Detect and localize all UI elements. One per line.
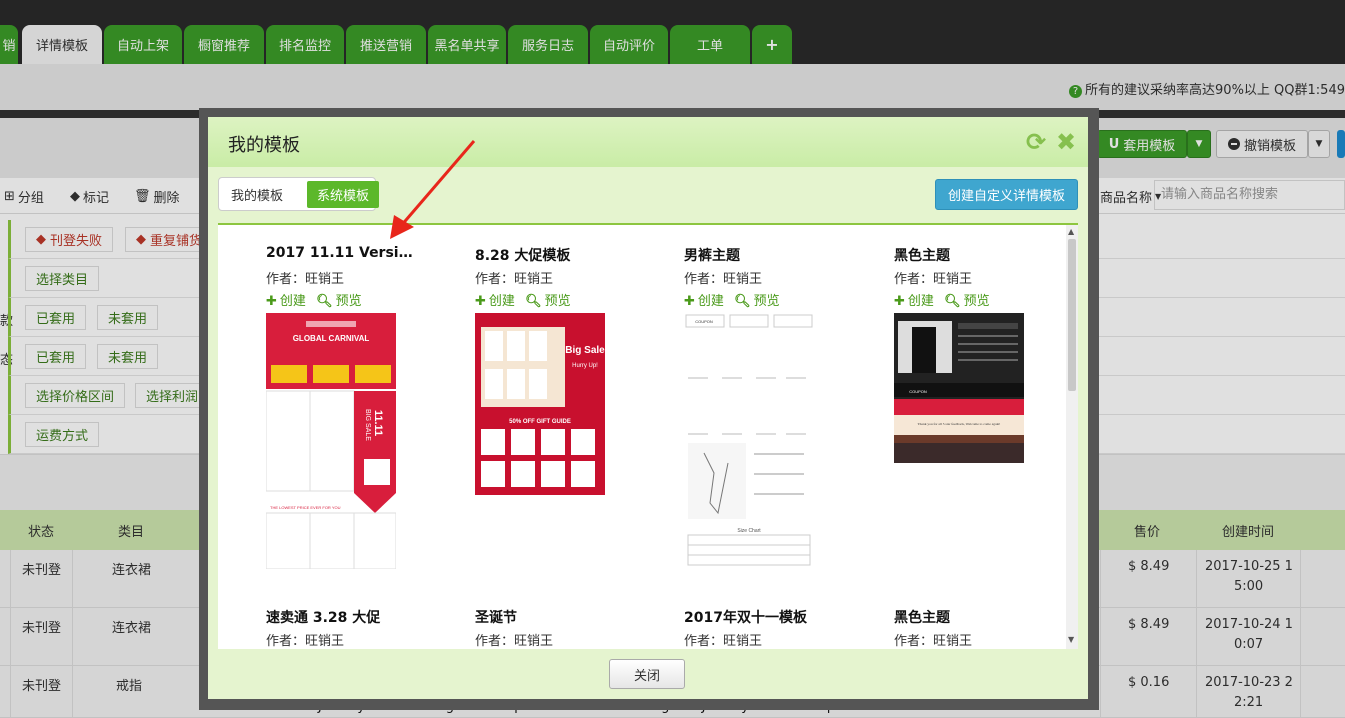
scroll-down-icon[interactable]: ▼ bbox=[1068, 635, 1074, 644]
scroll-up-icon[interactable]: ▲ bbox=[1068, 227, 1074, 236]
template-title: 速卖通 3.28 大促 bbox=[266, 610, 381, 626]
thumbnail-image: COUPON Size Chart bbox=[684, 313, 814, 569]
template-title: 男裤主题 bbox=[684, 248, 740, 264]
modal-footer: 关闭 bbox=[208, 649, 1088, 699]
plus-icon: ✚ bbox=[894, 294, 905, 309]
thumbnail-image: Big Sale Hurry Up! 50% OFF GIFT GUIDE bbox=[475, 313, 605, 495]
annotation-arrow-icon bbox=[390, 140, 476, 239]
template-title: 黑色主题 bbox=[894, 610, 950, 626]
search-icon: 🔍︎ bbox=[525, 294, 542, 309]
template-actions: ✚ 创建 🔍︎ 预览 bbox=[266, 290, 368, 309]
create-link[interactable]: 创建 bbox=[489, 294, 515, 309]
thumbnail-image: COUPON Thank you for all 5 star feedback… bbox=[894, 313, 1024, 463]
template-author: 作者：旺销王 bbox=[894, 272, 973, 287]
close-label: 关闭 bbox=[633, 668, 660, 684]
template-author: 作者：旺销王 bbox=[475, 634, 554, 649]
modal-title: 我的模板 bbox=[228, 135, 300, 156]
thumbnail-image: GLOBAL CARNIVAL 11.11 BIG SALE THE LOWES… bbox=[266, 313, 396, 569]
tab-label: 我的模板 bbox=[231, 188, 284, 204]
preview-link[interactable]: 预览 bbox=[964, 294, 990, 309]
template-author: 作者：旺销王 bbox=[684, 272, 763, 287]
search-icon: 🔍︎ bbox=[316, 294, 333, 309]
tab-label: 系统模板 bbox=[316, 189, 369, 204]
template-title: 黑色主题 bbox=[894, 248, 950, 264]
template-title: 8.28 大促模板 bbox=[475, 248, 571, 264]
thumb-banner-text: GLOBAL CARNIVAL bbox=[293, 334, 370, 343]
tab-my-templates[interactable]: 我的模板 bbox=[225, 182, 289, 206]
template-modal: 我的模板 ⟳ ✖ 我的模板 系统模板 创建自定义详情模板 2017 11.11 … bbox=[208, 117, 1088, 699]
tab-system-templates[interactable]: 系统模板 bbox=[307, 181, 379, 208]
close-button[interactable]: 关闭 bbox=[609, 659, 685, 689]
search-icon: 🔍︎ bbox=[944, 294, 961, 309]
template-author: 作者：旺销王 bbox=[266, 634, 345, 649]
create-link[interactable]: 创建 bbox=[698, 294, 724, 309]
thumb-coupon-text: COUPON bbox=[909, 389, 927, 394]
template-actions: ✚ 创建 🔍︎ 预览 bbox=[684, 290, 786, 309]
template-actions: ✚ 创建 🔍︎ 预览 bbox=[894, 290, 996, 309]
plus-icon: ✚ bbox=[266, 294, 277, 309]
template-actions: ✚ 创建 🔍︎ 预览 bbox=[475, 290, 577, 309]
template-source-toggle: 我的模板 系统模板 bbox=[218, 177, 379, 211]
template-thumbnail[interactable]: COUPON Thank you for all 5 star feedback… bbox=[894, 313, 1024, 463]
modal-header: 我的模板 ⟳ ✖ bbox=[208, 117, 1088, 167]
create-custom-label: 创建自定义详情模板 bbox=[947, 189, 1065, 204]
template-author: 作者：旺销王 bbox=[266, 272, 345, 287]
template-title: 2017 11.11 Versio... bbox=[266, 245, 416, 261]
template-title: 2017年双十一模板 bbox=[684, 610, 807, 626]
thumb-guide-text: 50% OFF GIFT GUIDE bbox=[509, 419, 571, 425]
template-author: 作者：旺销王 bbox=[475, 272, 554, 287]
preview-link[interactable]: 预览 bbox=[754, 294, 780, 309]
thumb-big-text: Big Sale bbox=[565, 345, 605, 356]
thumb-coupon-text: COUPON bbox=[695, 319, 713, 324]
plus-icon: ✚ bbox=[684, 294, 695, 309]
create-link[interactable]: 创建 bbox=[280, 294, 306, 309]
template-title: 圣诞节 bbox=[475, 610, 517, 626]
create-link[interactable]: 创建 bbox=[908, 294, 934, 309]
scrollbar[interactable]: ▲ ▼ bbox=[1066, 225, 1078, 649]
thumb-sub-text: Hurry Up! bbox=[572, 363, 598, 369]
thumb-footer-text: THE LOWEST PRICE EVER FOR YOU bbox=[270, 505, 341, 510]
thumb-side-text: BIG SALE bbox=[364, 409, 371, 441]
refresh-icon[interactable]: ⟳ bbox=[1023, 129, 1049, 155]
create-custom-template-button[interactable]: 创建自定义详情模板 bbox=[935, 179, 1078, 210]
preview-link[interactable]: 预览 bbox=[545, 294, 571, 309]
template-thumbnail[interactable]: Big Sale Hurry Up! 50% OFF GIFT GUIDE bbox=[475, 313, 605, 495]
thumb-size-text: Size Chart bbox=[737, 528, 761, 534]
scroll-thumb[interactable] bbox=[1068, 239, 1076, 391]
template-thumbnail[interactable]: COUPON Size Chart bbox=[684, 313, 814, 569]
search-icon: 🔍︎ bbox=[734, 294, 751, 309]
template-thumbnail[interactable]: GLOBAL CARNIVAL 11.11 BIG SALE THE LOWES… bbox=[266, 313, 396, 569]
preview-link[interactable]: 预览 bbox=[336, 294, 362, 309]
template-author: 作者：旺销王 bbox=[684, 634, 763, 649]
template-author: 作者：旺销王 bbox=[894, 634, 973, 649]
template-grid: 2017 11.11 Versio... 作者：旺销王 ✚ 创建 🔍︎ 预览 GLO… bbox=[218, 225, 1076, 649]
close-icon[interactable]: ✖ bbox=[1053, 129, 1079, 155]
plus-icon: ✚ bbox=[475, 294, 486, 309]
thumb-big-text: 11.11 bbox=[372, 410, 384, 436]
